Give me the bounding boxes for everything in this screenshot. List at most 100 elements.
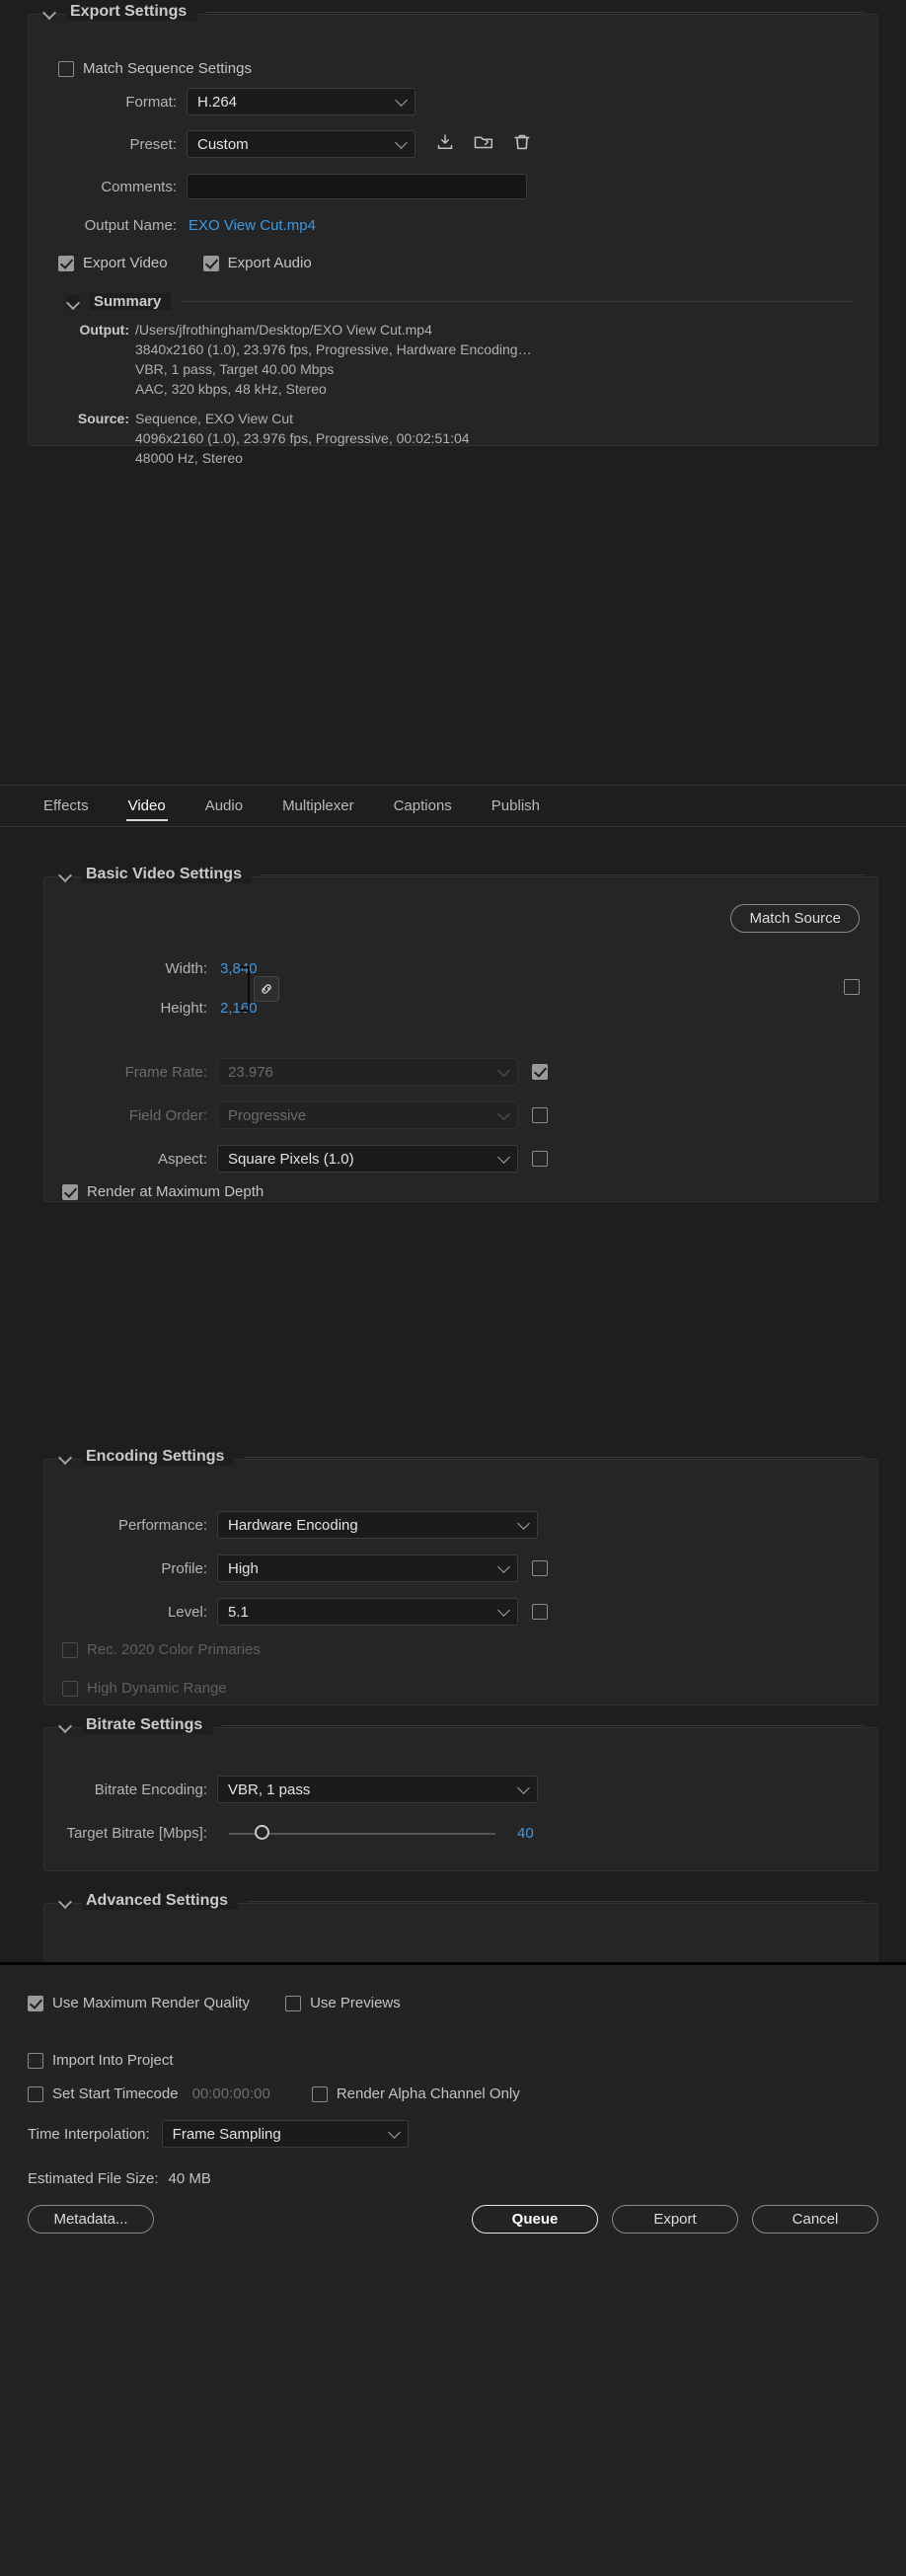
hdr-row[interactable]: High Dynamic Range — [62, 1680, 227, 1697]
summary-source-key: Source: — [66, 409, 129, 468]
profile-label: Profile: — [44, 1560, 207, 1577]
export-video-row[interactable]: Export Video — [58, 255, 168, 271]
render-alpha-checkbox[interactable] — [312, 2086, 328, 2102]
import-preset-icon[interactable] — [473, 132, 494, 157]
summary-header[interactable]: Summary — [66, 293, 852, 310]
use-max-render-quality-checkbox[interactable] — [28, 1996, 43, 2011]
chevron-down-icon[interactable] — [58, 1450, 72, 1464]
render-alpha-row[interactable]: Render Alpha Channel Only — [312, 2085, 520, 2102]
chevron-down-icon[interactable] — [42, 5, 56, 19]
bitrate-encoding-label: Bitrate Encoding: — [44, 1781, 207, 1798]
queue-button[interactable]: Queue — [472, 2205, 598, 2234]
level-checkbox[interactable] — [532, 1604, 548, 1620]
set-start-timecode-label: Set Start Timecode — [52, 2085, 179, 2102]
time-interpolation-select[interactable]: Frame Sampling — [162, 2120, 409, 2148]
basic-video-settings-header[interactable]: Basic Video Settings — [58, 866, 864, 883]
rec2020-checkbox[interactable] — [62, 1642, 78, 1658]
target-bitrate-slider[interactable] — [229, 1819, 495, 1847]
start-timecode-value[interactable]: 00:00:00:00 — [192, 2085, 270, 2102]
frame-rate-select[interactable]: 23.976 — [217, 1058, 518, 1086]
use-previews-row[interactable]: Use Previews — [285, 1995, 401, 2011]
level-select[interactable]: 5.1 — [217, 1598, 518, 1626]
chevron-down-icon[interactable] — [66, 295, 80, 309]
advanced-settings-header[interactable]: Advanced Settings — [58, 1892, 864, 1910]
aspect-checkbox[interactable] — [532, 1151, 548, 1167]
render-max-depth-label: Render at Maximum Depth — [87, 1183, 264, 1200]
bitrate-settings-header[interactable]: Bitrate Settings — [58, 1716, 864, 1734]
performance-select[interactable]: Hardware Encoding — [217, 1511, 538, 1539]
export-button[interactable]: Export — [612, 2205, 738, 2234]
chevron-down-icon — [497, 1107, 510, 1120]
export-audio-checkbox[interactable] — [203, 256, 219, 271]
chevron-down-icon[interactable] — [58, 1718, 72, 1732]
field-order-select[interactable]: Progressive — [217, 1101, 518, 1129]
export-media-row: Export Video Export Audio — [58, 255, 312, 271]
metadata-button[interactable]: Metadata... — [28, 2205, 154, 2234]
profile-select[interactable]: High — [217, 1554, 518, 1582]
dimension-checkbox[interactable] — [844, 979, 860, 995]
summary-output-line: VBR, 1 pass, Target 40.00 Mbps — [135, 359, 532, 379]
performance-value: Hardware Encoding — [228, 1517, 358, 1534]
advanced-settings-panel: Advanced Settings — [43, 1903, 878, 1962]
frame-rate-checkbox[interactable] — [532, 1064, 548, 1080]
aspect-label: Aspect: — [44, 1151, 207, 1168]
bitrate-encoding-select[interactable]: VBR, 1 pass — [217, 1776, 538, 1803]
link-icon[interactable] — [254, 976, 279, 1002]
chevron-down-icon — [497, 1560, 510, 1573]
profile-checkbox[interactable] — [532, 1560, 548, 1576]
use-previews-checkbox[interactable] — [285, 1996, 301, 2011]
export-settings-header[interactable]: Export Settings — [42, 3, 864, 21]
tab-multiplexer[interactable]: Multiplexer — [263, 786, 374, 827]
rec2020-row[interactable]: Rec. 2020 Color Primaries — [62, 1641, 261, 1658]
encoding-settings-title: Encoding Settings — [82, 1448, 234, 1466]
use-max-render-quality-row[interactable]: Use Maximum Render Quality — [28, 1995, 250, 2011]
render-max-depth-checkbox[interactable] — [62, 1184, 78, 1200]
delete-preset-icon[interactable] — [512, 132, 532, 157]
height-value[interactable]: 2,160 — [220, 1000, 258, 1017]
match-sequence-settings-row[interactable]: Match Sequence Settings — [58, 60, 252, 77]
summary-output-line: AAC, 320 kbps, 48 kHz, Stereo — [135, 379, 532, 399]
tab-audio[interactable]: Audio — [186, 786, 263, 827]
chevron-down-icon[interactable] — [58, 1894, 72, 1908]
slider-knob[interactable] — [255, 1825, 269, 1840]
chevron-down-icon[interactable] — [58, 868, 72, 881]
bitrate-settings-panel: Bitrate Settings Bitrate Encoding: VBR, … — [43, 1727, 878, 1871]
set-start-timecode-row[interactable]: Set Start Timecode — [28, 2085, 179, 2102]
height-row: Height: 2,160 — [44, 1000, 877, 1017]
output-name-row: Output Name: EXO View Cut.mp4 — [29, 217, 877, 234]
import-into-project-checkbox[interactable] — [28, 2053, 43, 2069]
match-source-button[interactable]: Match Source — [730, 904, 860, 933]
cancel-button[interactable]: Cancel — [752, 2205, 878, 2234]
target-bitrate-value[interactable]: 40 — [517, 1825, 534, 1842]
bitrate-encoding-value: VBR, 1 pass — [228, 1781, 310, 1798]
width-value[interactable]: 3,840 — [220, 960, 258, 977]
level-row: Level: 5.1 — [44, 1598, 877, 1626]
tab-effects[interactable]: Effects — [24, 786, 109, 827]
save-preset-icon[interactable] — [435, 132, 455, 157]
tab-publish[interactable]: Publish — [472, 786, 560, 827]
hdr-checkbox[interactable] — [62, 1681, 78, 1697]
export-settings-panel: Export Settings Match Sequence Settings … — [28, 14, 878, 446]
time-interpolation-label: Time Interpolation: — [28, 2126, 150, 2143]
match-source-label: Match Source — [730, 904, 860, 933]
tab-captions[interactable]: Captions — [374, 786, 472, 827]
match-sequence-settings-checkbox[interactable] — [58, 61, 74, 77]
set-start-timecode-checkbox[interactable] — [28, 2086, 43, 2102]
preset-select[interactable]: Custom — [187, 130, 415, 158]
format-select[interactable]: H.264 — [187, 88, 415, 115]
dimension-link-bracket — [240, 966, 250, 1012]
field-order-checkbox[interactable] — [532, 1107, 548, 1123]
aspect-select[interactable]: Square Pixels (1.0) — [217, 1145, 518, 1173]
footer-buttons: Metadata... Queue Export Cancel — [28, 2205, 878, 2234]
summary-source-block: Source: Sequence, EXO View Cut 4096x2160… — [66, 409, 852, 468]
tab-video[interactable]: Video — [109, 786, 186, 827]
output-name-link[interactable]: EXO View Cut.mp4 — [189, 217, 316, 234]
render-max-depth-row[interactable]: Render at Maximum Depth — [62, 1183, 264, 1200]
export-audio-row[interactable]: Export Audio — [203, 255, 312, 271]
chevron-down-icon — [395, 94, 408, 107]
encoding-settings-header[interactable]: Encoding Settings — [58, 1448, 864, 1466]
import-into-project-row[interactable]: Import Into Project — [28, 2052, 174, 2069]
summary-source-line: Sequence, EXO View Cut — [135, 409, 470, 428]
export-video-checkbox[interactable] — [58, 256, 74, 271]
comments-input[interactable] — [187, 174, 527, 199]
